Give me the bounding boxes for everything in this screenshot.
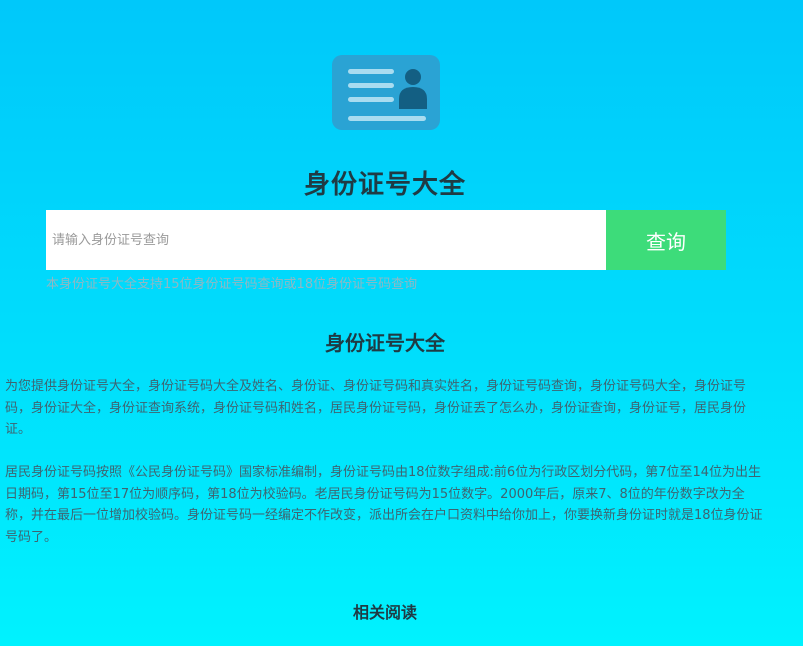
search-button[interactable]: 查询 <box>606 210 726 270</box>
search-input[interactable] <box>46 210 606 270</box>
search-hint: 本身份证号大全支持15位身份证号码查询或18位身份证号码查询 <box>46 277 418 292</box>
id-card-icon <box>332 55 440 130</box>
site-title: 身份证号大全 <box>303 170 466 200</box>
intro-paragraph: 为您提供身份证号大全，身份证号码大全及姓名、身份证、身份证号码和真实姓名，身份证… <box>5 379 747 437</box>
section-heading: 身份证号大全 <box>325 331 445 355</box>
search-bar: 查询 <box>46 210 726 270</box>
info-paragraph: 居民身份证号码按照《公民身份证号码》国家标准编制，身份证号码由18位数字组成:前… <box>5 465 763 545</box>
related-reading-heading: 相关阅读 <box>352 603 417 622</box>
